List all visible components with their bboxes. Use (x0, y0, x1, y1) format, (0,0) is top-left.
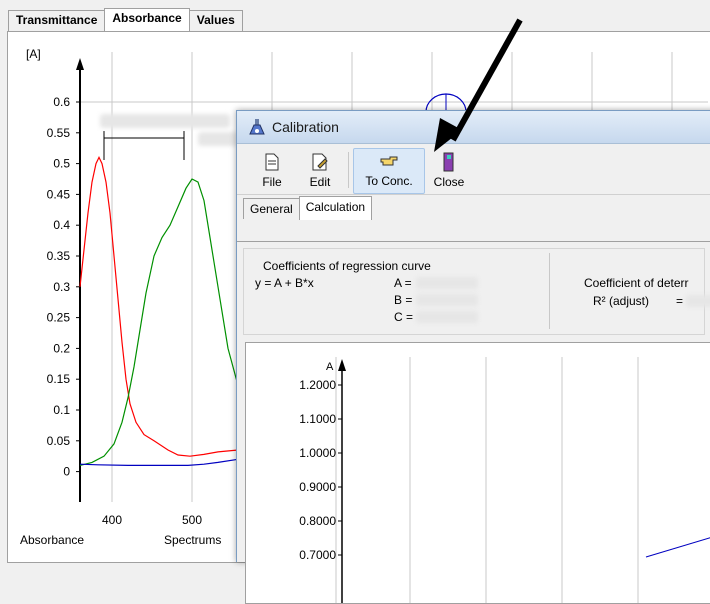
regression-line (645, 537, 710, 558)
file-icon (265, 153, 279, 171)
to-conc-button-label: To Conc. (365, 174, 413, 188)
y-tick-label: 0.1 (53, 403, 70, 417)
dialog-tabs: General Calculation (237, 195, 710, 220)
plot-y-tick-label: 0.9000 (299, 480, 336, 494)
coef-c-label: C = (394, 310, 414, 324)
tab-transmittance[interactable]: Transmittance (8, 10, 106, 31)
determination-heading: Coefficient of deterr (584, 276, 689, 290)
plot-y-axis-arrow (338, 359, 346, 371)
to-conc-button[interactable]: To Conc. (353, 148, 425, 194)
series-blue-curve (79, 458, 239, 466)
plot-grid (335, 357, 639, 603)
y-tick-label: 0.55 (47, 126, 71, 140)
flask-icon (249, 119, 265, 135)
x-axis-title-right: Spectrums (164, 533, 221, 547)
y-axis-arrow (76, 58, 84, 70)
plot-y-tick-label: 1.2000 (299, 378, 336, 392)
x-tick-label: 500 (182, 513, 202, 527)
peak-bracket (103, 131, 185, 139)
redacted-label (100, 114, 230, 128)
tab-values[interactable]: Values (188, 10, 243, 31)
y-tick-label: 0.2 (53, 341, 70, 355)
coef-b-value (416, 294, 478, 306)
y-tick-label: 0.15 (47, 372, 71, 386)
plot-y-unit: A (326, 361, 334, 373)
edit-button[interactable]: Edit (296, 148, 344, 194)
y-axis-unit: [A] (26, 47, 41, 61)
calibration-dialog: Calibration File Edit To Conc. Close Gen… (236, 110, 710, 604)
tab-calculation[interactable]: Calculation (298, 196, 373, 220)
x-axis-title: Absorbance (20, 533, 84, 547)
y-tick-label: 0 (63, 465, 70, 479)
file-button[interactable]: File (248, 148, 296, 194)
y-tick-label: 0.35 (47, 249, 71, 263)
r2-equals: = (676, 294, 684, 308)
pointing-hand-icon (380, 156, 398, 166)
dialog-toolbar: File Edit To Conc. Close (237, 144, 710, 195)
x-tick-labels: 400 500 (102, 513, 202, 527)
series-green-curve (79, 178, 239, 466)
dialog-titlebar[interactable]: Calibration (237, 111, 710, 144)
y-tick-label: 0.6 (53, 95, 70, 109)
plot-y-tick-label: 0.7000 (299, 548, 336, 562)
plot-y-tick-label: 1.1000 (299, 412, 336, 426)
y-tick-label: 0.3 (53, 280, 70, 294)
y-tick-label: 0.25 (47, 311, 71, 325)
regression-equation: y = A + B*x (255, 276, 314, 290)
calculation-panel: Coefficients of regression curve y = A +… (237, 241, 710, 604)
dialog-title: Calibration (272, 119, 339, 135)
tab-absorbance[interactable]: Absorbance (104, 8, 190, 32)
close-button-label: Close (433, 175, 465, 189)
r2-label: R² (adjust) (593, 294, 650, 308)
view-tabs: Transmittance Absorbance Values (8, 8, 243, 32)
edit-button-label: Edit (309, 175, 331, 189)
x-tick-label: 400 (102, 513, 122, 527)
r2-value (686, 295, 710, 307)
y-tick-labels: 0.6 0.55 0.5 0.45 0.4 0.35 0.3 0.25 0.2 0.15 0.1 0.… (47, 95, 80, 479)
door-close-icon (443, 152, 454, 172)
y-tick-label: 0.05 (47, 434, 71, 448)
coefficients-heading: Coefficients of regression curve (263, 259, 431, 273)
tab-general[interactable]: General (243, 198, 300, 219)
y-tick-label: 0.45 (47, 187, 71, 201)
file-button-label: File (262, 175, 282, 189)
y-tick-label: 0.4 (53, 218, 70, 232)
plot-y-tick-label: 0.8000 (299, 514, 336, 528)
plot-y-tick-label: 1.0000 (299, 446, 336, 460)
coef-a-value (416, 277, 478, 289)
calibration-plot-panel: A 1.2000 1.1000 1.0000 0.9000 0.8000 0.7000 (245, 342, 710, 604)
coef-b-label: B = (394, 293, 413, 307)
y-tick-label: 0.5 (53, 157, 70, 171)
coef-separator (549, 253, 550, 329)
close-button[interactable]: Close (425, 148, 473, 194)
coef-a-label: A = (394, 276, 412, 290)
coef-c-value (416, 311, 478, 323)
edit-icon (312, 153, 328, 171)
coefficients-box: Coefficients of regression curve y = A +… (243, 248, 710, 335)
toolbar-separator (348, 152, 349, 188)
series-red-curve (79, 156, 239, 457)
calibration-plot: A 1.2000 1.1000 1.0000 0.9000 0.8000 0.7000 (299, 357, 710, 603)
redacted-label (198, 132, 238, 146)
